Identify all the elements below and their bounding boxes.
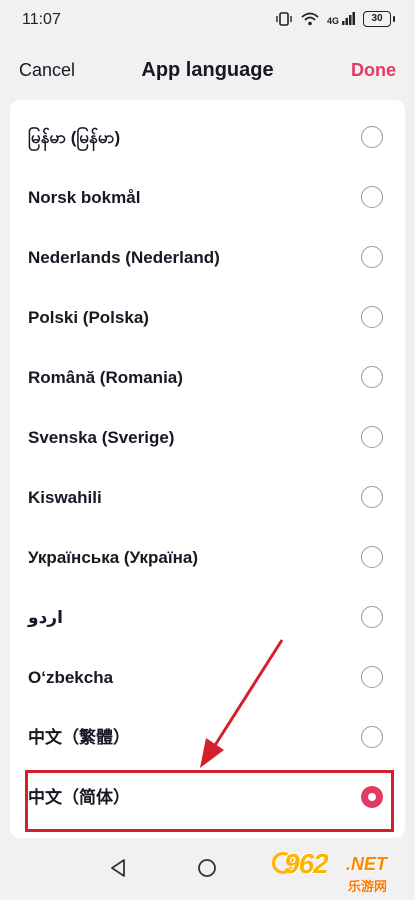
language-row-romana[interactable]: Română (Romania) bbox=[10, 348, 405, 408]
language-label: O‘zbekcha bbox=[28, 668, 114, 687]
watermark-suffix: .NET bbox=[346, 854, 388, 874]
radio-button[interactable] bbox=[361, 186, 383, 208]
signal-icon: 4G bbox=[327, 12, 355, 26]
language-label: မြန်မာ (မြန်မာ) bbox=[28, 128, 121, 147]
language-row-kiswahili[interactable]: Kiswahili bbox=[10, 468, 405, 528]
radio-button[interactable] bbox=[361, 126, 383, 148]
language-label: Norsk bokmål bbox=[28, 188, 141, 207]
radio-button[interactable] bbox=[361, 366, 383, 388]
radio-button[interactable] bbox=[361, 246, 383, 268]
language-row-chinese-traditional[interactable]: 中文（繁體） bbox=[10, 708, 405, 768]
language-row-nederlands[interactable]: Nederlands (Nederland) bbox=[10, 228, 405, 288]
watermark-number: 962 bbox=[284, 848, 329, 879]
done-button[interactable]: Done bbox=[351, 60, 396, 81]
radio-button[interactable] bbox=[361, 426, 383, 448]
language-row-uzbek[interactable]: O‘zbekcha bbox=[10, 648, 405, 708]
radio-button[interactable] bbox=[361, 546, 383, 568]
home-icon[interactable] bbox=[197, 858, 217, 878]
language-label: Română (Romania) bbox=[28, 368, 183, 387]
language-row-burmese[interactable]: မြန်မာ (မြန်မာ) bbox=[10, 108, 405, 168]
language-row-chinese-simplified[interactable]: 中文（简体） bbox=[10, 768, 405, 828]
language-label: Nederlands (Nederland) bbox=[28, 248, 220, 267]
language-row-polski[interactable]: Polski (Polska) bbox=[10, 288, 405, 348]
back-icon[interactable] bbox=[109, 858, 127, 878]
vibrate-icon bbox=[276, 12, 292, 26]
status-time: 11:07 bbox=[22, 11, 61, 28]
language-row-norsk[interactable]: Norsk bokmål bbox=[10, 168, 405, 228]
status-icons: 4G 30 bbox=[275, 11, 395, 27]
network-type: 4G bbox=[326, 16, 339, 26]
watermark-subtitle: 乐游网 bbox=[348, 879, 388, 894]
header: Cancel App language Done bbox=[0, 38, 415, 100]
radio-button[interactable] bbox=[361, 666, 383, 688]
radio-button[interactable] bbox=[361, 306, 383, 328]
radio-button[interactable] bbox=[361, 726, 383, 748]
language-label: Українська (Україна) bbox=[28, 548, 199, 567]
language-label: Svenska (Sverige) bbox=[28, 428, 175, 447]
language-label: اردو bbox=[28, 608, 63, 627]
radio-button-selected[interactable] bbox=[361, 786, 383, 808]
language-row-urdu[interactable]: اردو bbox=[10, 588, 405, 648]
radio-button[interactable] bbox=[361, 606, 383, 628]
wifi-icon bbox=[301, 12, 319, 26]
language-label: 中文（简体） bbox=[28, 788, 130, 807]
language-row-ukrainian[interactable]: Українська (Україна) bbox=[10, 528, 405, 588]
language-list: မြန်မာ (မြန်မာ) Norsk bokmål Nederlands … bbox=[10, 100, 405, 838]
language-row-svenska[interactable]: Svenska (Sverige) bbox=[10, 408, 405, 468]
radio-button[interactable] bbox=[361, 486, 383, 508]
language-label: 中文（繁體） bbox=[28, 728, 130, 747]
language-label: Polski (Polska) bbox=[28, 308, 149, 327]
battery-icon: 30 bbox=[363, 11, 395, 27]
status-bar: 11:07 4G 30 bbox=[0, 0, 415, 38]
watermark-logo: 962 .NET 乐游网 bbox=[272, 848, 410, 896]
language-label: Kiswahili bbox=[28, 488, 102, 507]
